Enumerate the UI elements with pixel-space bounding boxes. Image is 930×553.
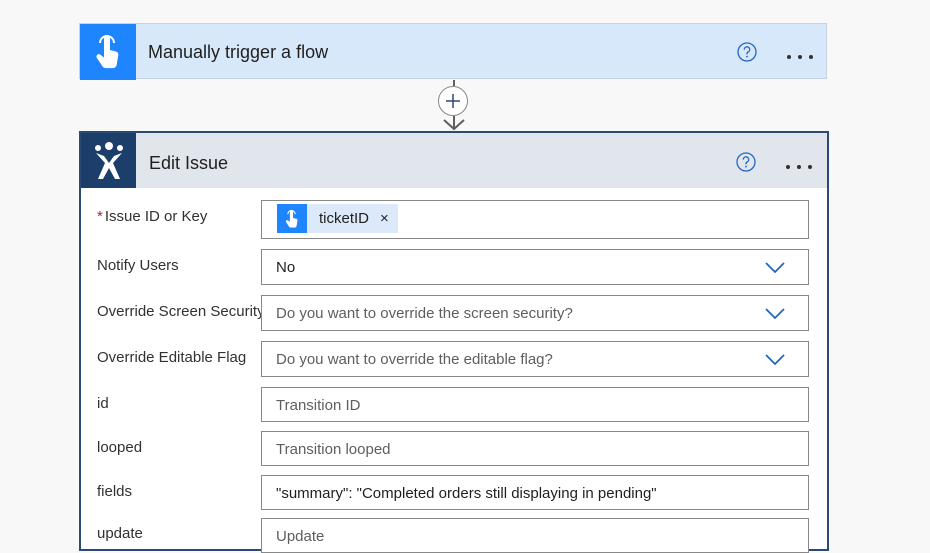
transition-looped-placeholder: Transition looped (276, 441, 391, 458)
update-placeholder: Update (276, 528, 325, 545)
issue-id-label: * Issue ID or Key (97, 208, 208, 225)
action-header[interactable]: Edit Issue (81, 133, 827, 188)
chevron-down-icon[interactable] (764, 261, 786, 275)
token-label: ticketID (319, 210, 370, 227)
help-icon[interactable] (736, 152, 756, 172)
override-editable-flag-label: Override Editable Flag (97, 349, 247, 366)
chevron-down-icon[interactable] (764, 307, 786, 321)
looped-label: looped (97, 439, 143, 456)
fields-label: fields (97, 483, 133, 500)
notify-users-value: No (276, 259, 296, 276)
override-screen-security-label: Override Screen Security (97, 303, 265, 320)
required-marker: * (97, 208, 103, 225)
arrow-down-icon (443, 119, 465, 131)
more-options-icon[interactable] (786, 48, 814, 59)
override-editable-flag-select[interactable]: Do you want to override the editable fla… (261, 341, 809, 377)
override-screen-security-placeholder: Do you want to override the screen secur… (276, 305, 573, 322)
action-title: Edit Issue (149, 153, 229, 173)
update-input[interactable]: Update (261, 518, 809, 553)
fields-value: "summary": "Completed orders still displ… (276, 485, 657, 502)
update-label: update (97, 525, 143, 542)
plus-icon (446, 94, 460, 108)
add-step-button[interactable] (438, 86, 468, 116)
help-icon[interactable] (737, 42, 757, 62)
token-remove-button[interactable]: × (380, 210, 389, 227)
transition-looped-input[interactable]: Transition looped (261, 431, 809, 466)
trigger-card[interactable]: Manually trigger a flow (79, 23, 827, 80)
override-screen-security-select[interactable]: Do you want to override the screen secur… (261, 295, 809, 331)
id-label: id (97, 395, 109, 412)
issue-id-field[interactable]: ticketID × (261, 200, 809, 239)
override-editable-flag-placeholder: Do you want to override the editable fla… (276, 351, 553, 368)
edit-issue-card[interactable]: Edit Issue * Issue ID or Key ticketID × … (79, 131, 829, 553)
ticket-id-token[interactable]: ticketID × (277, 204, 398, 233)
notify-users-label: Notify Users (97, 257, 179, 274)
more-options-icon[interactable] (785, 158, 813, 169)
transition-id-placeholder: Transition ID (276, 397, 361, 414)
transition-id-input[interactable]: Transition ID (261, 387, 809, 422)
notify-users-select[interactable]: No (261, 249, 809, 285)
chevron-down-icon[interactable] (764, 353, 786, 367)
fields-input[interactable]: "summary": "Completed orders still displ… (261, 475, 809, 510)
trigger-title: Manually trigger a flow (148, 42, 329, 62)
jira-icon (81, 133, 136, 188)
touch-icon (80, 24, 136, 80)
touch-icon (277, 204, 307, 233)
